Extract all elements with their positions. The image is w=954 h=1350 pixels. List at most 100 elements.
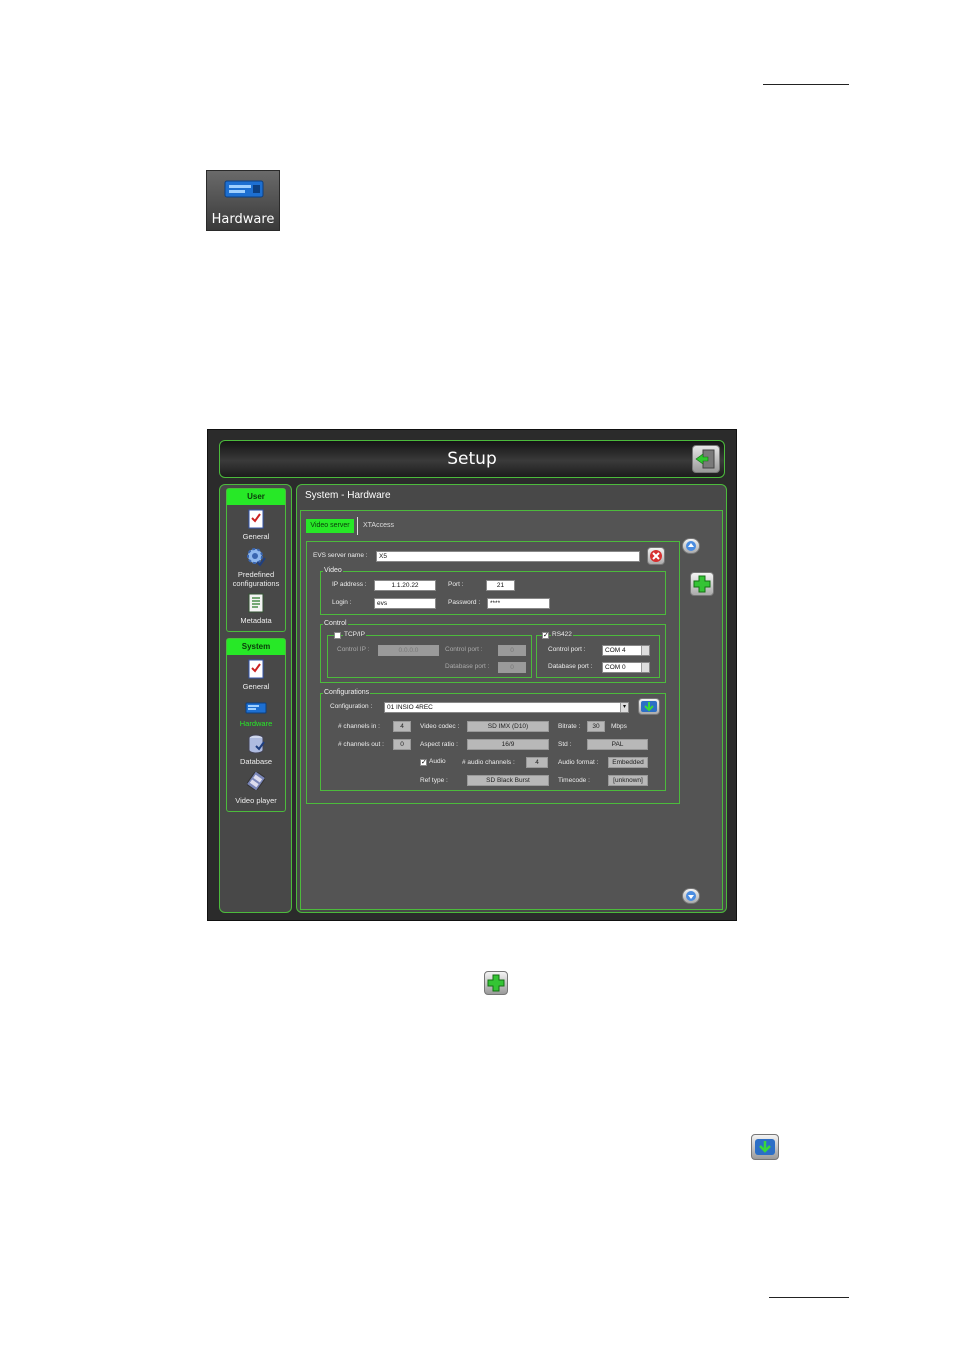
plus-icon <box>487 974 505 992</box>
arrow-up-icon <box>686 541 696 551</box>
control-port-input[interactable]: 0 <box>498 645 526 656</box>
rs-control-port-select[interactable]: COM 4 <box>602 645 650 656</box>
sidebar-item-hardware[interactable]: Hardware <box>227 699 285 731</box>
move-down-button[interactable] <box>682 888 700 904</box>
aspect-ratio-label: Aspect ratio : <box>420 741 458 748</box>
port-label: Port : <box>448 581 464 588</box>
std-value: PAL <box>587 739 648 750</box>
audio-format-label: Audio format : <box>558 759 599 766</box>
spinner-icon[interactable] <box>641 646 649 655</box>
rs-database-port-select[interactable]: COM 0 <box>602 662 650 673</box>
bitrate-unit: Mbps <box>611 723 627 730</box>
hardware-content: Video server XTAccess EVS server name : … <box>300 510 723 910</box>
page-title: System - Hardware <box>305 490 391 501</box>
control-fieldset: Control TCP/IP Control IP : 0.0.0.0 Cont… <box>320 619 666 683</box>
checklist-icon <box>248 509 264 529</box>
setup-header: Setup <box>219 440 725 478</box>
audio-format-value: Embedded <box>608 757 648 768</box>
login-input[interactable]: evs <box>374 598 436 609</box>
control-ip-input[interactable]: 0.0.0.0 <box>378 645 439 656</box>
video-codec-label: Video codec : <box>420 723 460 730</box>
rs-database-port-value: COM 0 <box>605 664 626 671</box>
tcpip-fieldset: TCP/IP Control IP : 0.0.0.0 Control port… <box>327 630 532 678</box>
sidebar-item-label: Metadata <box>240 616 272 625</box>
sidebar-item-label: Hardware <box>239 719 273 728</box>
rs-control-port-label: Control port : <box>548 646 586 653</box>
plus-icon <box>693 575 711 593</box>
chevron-down-icon[interactable]: ▾ <box>620 703 628 712</box>
download-icon <box>755 1139 775 1155</box>
delete-icon <box>650 550 662 562</box>
exit-icon <box>695 449 715 469</box>
hardware-tile-label: Hardware <box>211 212 275 227</box>
load-configuration-button[interactable] <box>638 698 660 715</box>
audio-channels-value: 4 <box>526 757 548 768</box>
configurations-fieldset: Configurations Configuration : 01 INSIO … <box>320 688 666 791</box>
sidebar-item-predefined-configurations[interactable]: Predefined configurations <box>227 547 285 591</box>
gear-check-icon <box>247 548 266 567</box>
rs422-checkbox[interactable]: ✓ <box>542 632 549 639</box>
exit-button[interactable] <box>692 445 720 473</box>
tab-xtaccess[interactable]: XTAccess <box>363 519 394 533</box>
sidebar-item-database[interactable]: Database <box>227 734 285 768</box>
video-fieldset: Video IP address : 1.1.20.22 Port : 21 L… <box>320 566 666 615</box>
tcpip-label: TCP/IP <box>343 630 366 640</box>
sidebar-item-metadata[interactable]: Metadata <box>227 593 285 627</box>
rs422-fieldset: ✓ RS422 Control port : COM 4 Database po… <box>536 630 660 678</box>
password-input[interactable]: **** <box>487 598 550 609</box>
timecode-label: Timecode : <box>558 777 590 784</box>
control-port-label: Control port : <box>445 646 483 653</box>
rs-control-port-value: COM 4 <box>605 647 626 654</box>
port-input[interactable]: 21 <box>486 580 515 591</box>
delete-server-button[interactable] <box>647 547 665 565</box>
sidebar-item-label: Database <box>239 757 273 766</box>
system-group: System General Hardware Database Video p… <box>226 638 286 812</box>
audio-checkbox[interactable]: ✓ <box>420 759 427 766</box>
video-legend: Video <box>323 566 343 576</box>
rs422-label: RS422 <box>551 630 573 640</box>
sidebar: User General Predefined configurations M… <box>219 484 292 913</box>
configuration-label: Configuration : <box>330 703 373 710</box>
load-configuration-icon-inline <box>751 1134 779 1160</box>
move-up-button[interactable] <box>682 538 700 554</box>
ref-type-label: Ref type : <box>420 777 448 784</box>
rs-database-port-label: Database port : <box>548 663 593 670</box>
add-server-button[interactable] <box>690 572 714 596</box>
tab-video-server[interactable]: Video server <box>306 519 354 533</box>
header-rule <box>763 84 849 85</box>
tcpip-checkbox[interactable] <box>334 632 341 639</box>
database-icon <box>248 734 265 754</box>
hardware-icon <box>245 702 267 714</box>
configuration-select[interactable]: 01 INSIO 4REC ▾ <box>384 702 629 713</box>
ip-address-input[interactable]: 1.1.20.22 <box>374 580 436 591</box>
audio-channels-label: # audio channels : <box>462 759 515 766</box>
sidebar-item-system-general[interactable]: General <box>227 659 285 693</box>
setup-title: Setup <box>447 449 497 469</box>
timecode-value: [unknown] <box>608 775 648 786</box>
bitrate-value: 30 <box>587 721 605 732</box>
password-label: Password : <box>448 599 481 606</box>
sidebar-item-video-player[interactable]: Video player <box>227 772 285 808</box>
configurations-legend: Configurations <box>323 688 371 698</box>
sidebar-item-label: Predefined configurations <box>232 570 280 588</box>
add-icon-inline <box>484 971 508 995</box>
aspect-ratio-value: 16/9 <box>467 739 549 750</box>
database-port-input[interactable]: 0 <box>498 662 526 673</box>
setup-window: Setup User General Predefined configurat… <box>207 429 737 921</box>
main-panel: System - Hardware Video server XTAccess … <box>296 484 727 913</box>
user-header: User <box>227 489 285 505</box>
arrow-down-icon <box>686 891 696 901</box>
server-name-input[interactable]: X5 <box>376 551 640 562</box>
document-icon <box>248 593 264 613</box>
sidebar-item-user-general[interactable]: General <box>227 509 285 543</box>
film-icon <box>247 772 265 790</box>
system-header: System <box>227 639 285 655</box>
sidebar-item-label: General <box>242 532 270 541</box>
configuration-value: 01 INSIO 4REC <box>387 704 433 711</box>
checklist-icon <box>248 659 264 679</box>
hardware-tile: Hardware <box>206 170 280 231</box>
spinner-icon[interactable] <box>641 663 649 672</box>
control-legend: Control <box>323 619 348 629</box>
control-ip-label: Control IP : <box>337 646 370 653</box>
ref-type-value: SD Black Burst <box>467 775 549 786</box>
